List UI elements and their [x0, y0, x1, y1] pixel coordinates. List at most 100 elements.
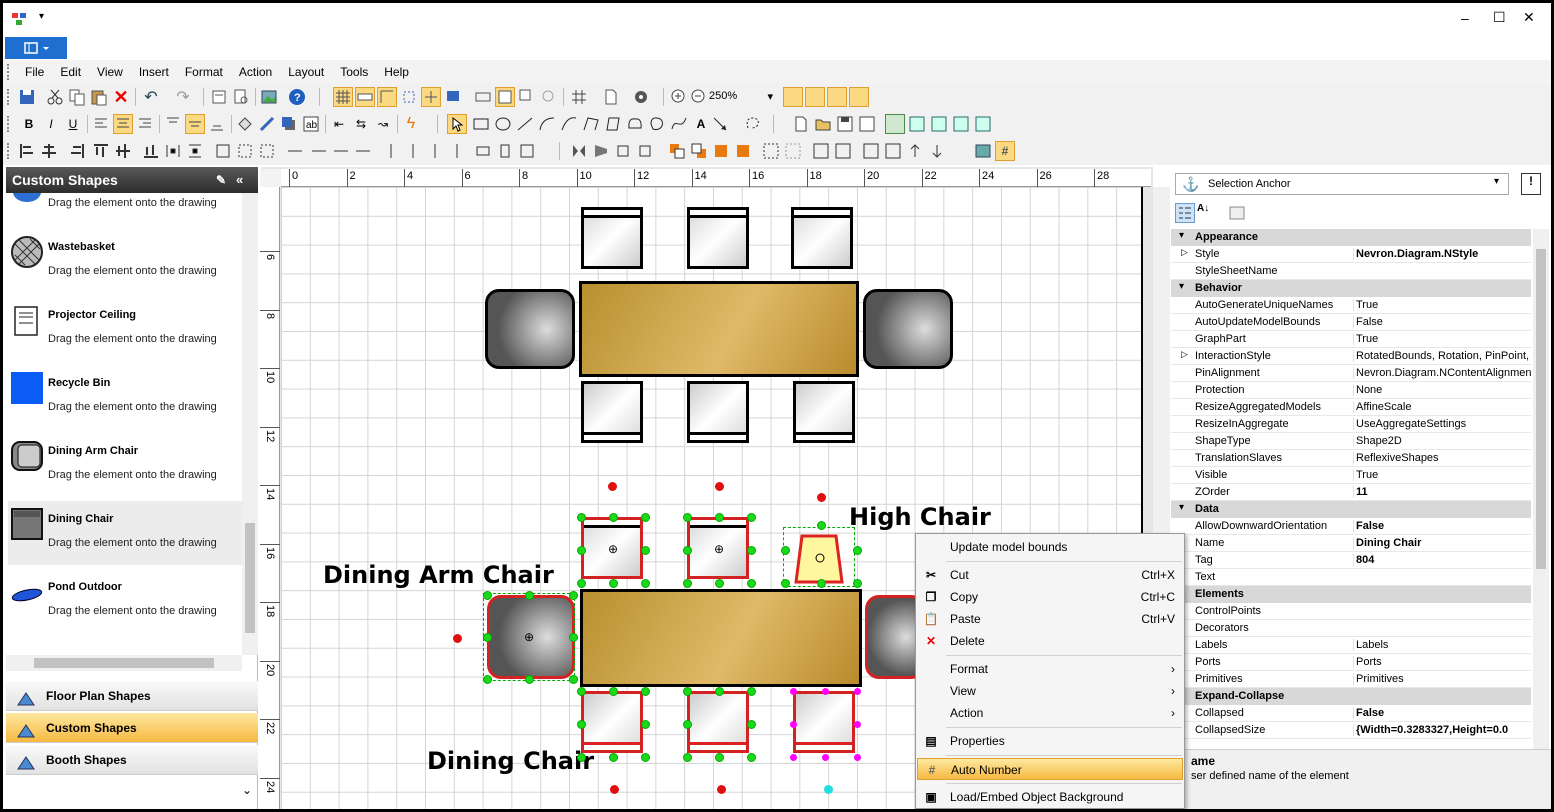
dining-arm-chair[interactable] — [863, 289, 953, 369]
closed-curve-tool-icon[interactable] — [625, 114, 645, 134]
align-right-icon[interactable] — [135, 114, 155, 134]
undo-icon[interactable]: ↶ — [141, 87, 161, 107]
stroke-icon[interactable] — [257, 114, 277, 134]
resize-handle[interactable] — [641, 720, 650, 729]
snap-icon[interactable] — [399, 87, 419, 107]
resize-handle-selected[interactable] — [822, 754, 829, 761]
property-value[interactable]: ReflexiveShapes — [1353, 452, 1531, 464]
edit-library-icon[interactable]: ✎ — [216, 167, 226, 193]
center-v-icon[interactable] — [495, 141, 515, 161]
menu-layout[interactable]: Layout — [280, 60, 332, 84]
layers-icon[interactable] — [443, 87, 463, 107]
property-category[interactable]: Behavior — [1171, 280, 1531, 297]
rectangle-tool-icon[interactable] — [471, 114, 491, 134]
property-row[interactable]: ResizeAggregatedModels AffineScale — [1171, 399, 1531, 416]
property-value[interactable]: 11 — [1353, 486, 1531, 498]
bring-forward-icon[interactable] — [711, 141, 731, 161]
menu-tools[interactable]: Tools — [332, 60, 376, 84]
ellipse-tool-icon[interactable] — [493, 114, 513, 134]
menu-action[interactable]: Action › — [917, 702, 1183, 724]
resize-handle[interactable] — [483, 633, 492, 642]
menu-edit[interactable]: Edit — [52, 60, 89, 84]
resize-handle[interactable] — [609, 579, 618, 588]
property-value[interactable]: Labels — [1353, 639, 1531, 651]
object-selector[interactable]: ⚓ Selection Anchor ▾ — [1175, 173, 1509, 195]
flip-v-icon[interactable] — [591, 141, 611, 161]
property-row[interactable]: Collapsed False — [1171, 705, 1531, 722]
resize-handle[interactable] — [715, 753, 724, 762]
property-row[interactable]: ControlPoints — [1171, 603, 1531, 620]
property-value[interactable]: Shape2D — [1353, 435, 1531, 447]
expand-icon[interactable]: ▷ — [1181, 247, 1188, 258]
property-row[interactable]: PinAlignment Nevron.Diagram.NContentAlign… — [1171, 365, 1531, 382]
alphabetical-icon[interactable]: A↓ — [1197, 203, 1217, 223]
align-left-icon[interactable] — [91, 114, 111, 134]
guidelines-icon[interactable] — [377, 87, 397, 107]
property-value[interactable]: UseAggregateSettings — [1353, 418, 1531, 430]
resize-handle[interactable] — [715, 513, 724, 522]
align-tops-icon[interactable] — [91, 141, 111, 161]
valign-bottom-icon[interactable] — [207, 114, 227, 134]
fit-icon[interactable] — [495, 87, 515, 107]
connector-tool-icon[interactable] — [711, 114, 731, 134]
menu-properties[interactable]: ▤ Properties — [917, 730, 1183, 752]
property-value[interactable]: False — [1353, 316, 1531, 328]
pointer-tool-icon[interactable] — [447, 114, 467, 134]
bold-icon[interactable]: B — [19, 114, 39, 134]
snap-ports-icon[interactable] — [849, 87, 869, 107]
view-list-icon[interactable] — [951, 114, 971, 134]
property-value[interactable]: False — [1353, 707, 1531, 719]
vert-remove-icon[interactable] — [447, 141, 467, 161]
property-scrollbar[interactable] — [1533, 229, 1549, 749]
underline-icon[interactable]: U — [63, 114, 83, 134]
menu-paste[interactable]: 📋 Paste Ctrl+V — [917, 608, 1183, 630]
ungroup-icon[interactable] — [783, 141, 803, 161]
resize-handle[interactable] — [641, 546, 650, 555]
dining-chair[interactable] — [687, 691, 749, 753]
cut-icon[interactable] — [45, 87, 65, 107]
group-shapes-icon[interactable] — [761, 141, 781, 161]
view-library-icon[interactable] — [907, 114, 927, 134]
property-row[interactable]: Labels Labels — [1171, 637, 1531, 654]
property-value[interactable]: 804 — [1353, 554, 1531, 566]
zoom-icon[interactable] — [539, 87, 559, 107]
property-value[interactable]: RotatedBounds, Rotation, PinPoint, S — [1353, 350, 1531, 362]
property-row[interactable]: InteractionStyle RotatedBounds, Rotation,… — [1171, 348, 1531, 365]
property-value[interactable]: Primitives — [1353, 673, 1531, 685]
horiz-remove-icon[interactable] — [353, 141, 373, 161]
resize-handle[interactable] — [747, 720, 756, 729]
resize-handle[interactable] — [609, 753, 618, 762]
resize-handle[interactable] — [853, 546, 862, 555]
resize-handle[interactable] — [569, 633, 578, 642]
compose-icon[interactable] — [811, 141, 831, 161]
property-category[interactable]: Data — [1171, 501, 1531, 518]
collapse-icon[interactable]: ▾ — [1179, 281, 1184, 292]
new-doc-icon[interactable] — [791, 114, 811, 134]
property-row[interactable]: Primitives Primitives — [1171, 671, 1531, 688]
help-icon[interactable]: ? — [287, 87, 307, 107]
resize-handle-selected[interactable] — [854, 754, 861, 761]
text-tool-icon[interactable]: A — [691, 114, 711, 134]
rotate-left-icon[interactable] — [613, 141, 633, 161]
property-category[interactable]: Expand-Collapse — [1171, 688, 1531, 705]
menu-format[interactable]: Format › — [917, 658, 1183, 680]
resize-handle[interactable] — [483, 675, 492, 684]
dining-table[interactable] — [580, 589, 862, 687]
connector-icon[interactable]: ↝ — [373, 114, 393, 134]
list-item[interactable]: Dining Arm Chair Drag the element onto t… — [8, 433, 242, 497]
property-row[interactable]: Ports Ports — [1171, 654, 1531, 671]
align-center-icon[interactable] — [113, 114, 133, 134]
resize-handle[interactable] — [683, 579, 692, 588]
property-row[interactable]: GraphPart True — [1171, 331, 1531, 348]
list-item[interactable]: Recycle Bin Drag the element onto the dr… — [8, 365, 242, 429]
resize-handle[interactable] — [715, 687, 724, 696]
save-icon[interactable] — [17, 87, 37, 107]
menu-file[interactable]: File — [17, 60, 52, 84]
dining-table[interactable] — [579, 281, 859, 377]
property-value[interactable]: Nevron.Diagram.NContentAlignment — [1353, 367, 1531, 379]
align-rights-icon[interactable] — [67, 141, 87, 161]
resize-handle[interactable] — [577, 720, 586, 729]
collapse-panel-icon[interactable]: « — [236, 167, 243, 193]
line-tool-icon[interactable] — [515, 114, 535, 134]
resize-handle[interactable] — [577, 753, 586, 762]
